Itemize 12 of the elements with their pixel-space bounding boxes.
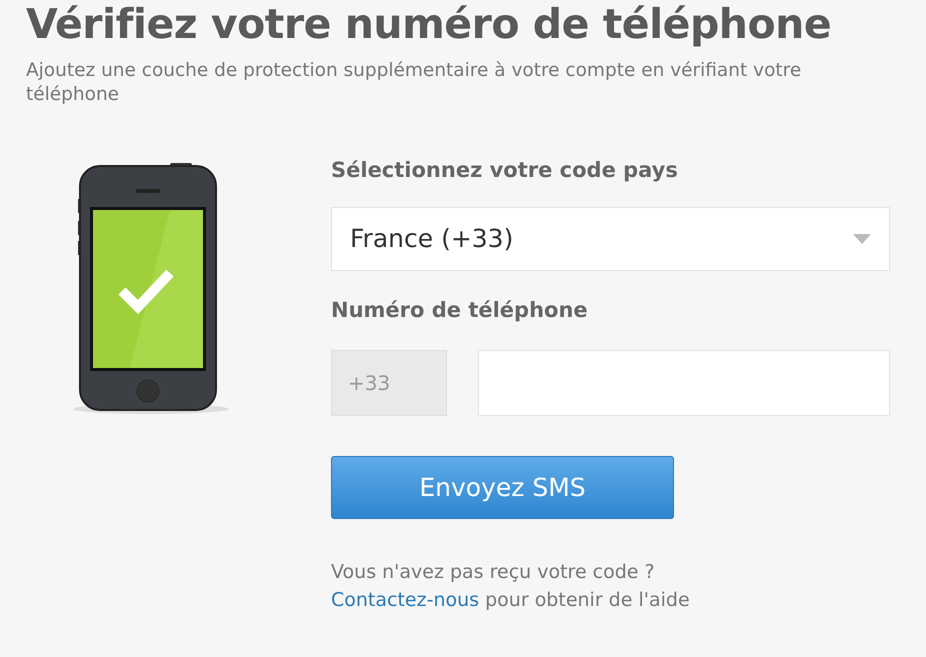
- send-sms-button[interactable]: Envoyez SMS: [331, 456, 674, 520]
- subtitle: Ajoutez une couche de protection supplémentaire à votre compte en vérifiant votre téléphone: [26, 59, 802, 108]
- contact-link[interactable]: Contactez-nous: [331, 588, 480, 611]
- help-text: Vous n'avez pas reçu votre code ?: [331, 560, 656, 586]
- page-title: Vérifiez votre numéro de téléphone: [26, 0, 832, 50]
- help-text: Contactez-nous pour obtenir de l'aide: [331, 588, 691, 613]
- dropdown-arrow-icon: [853, 234, 871, 244]
- field-label: Numéro de téléphone: [331, 296, 589, 324]
- phone-input[interactable]: [478, 350, 890, 416]
- country-code-prefix: +33: [331, 350, 447, 416]
- field-label: Sélectionnez votre code pays: [331, 157, 679, 184]
- country-select[interactable]: France (+33): [331, 206, 890, 271]
